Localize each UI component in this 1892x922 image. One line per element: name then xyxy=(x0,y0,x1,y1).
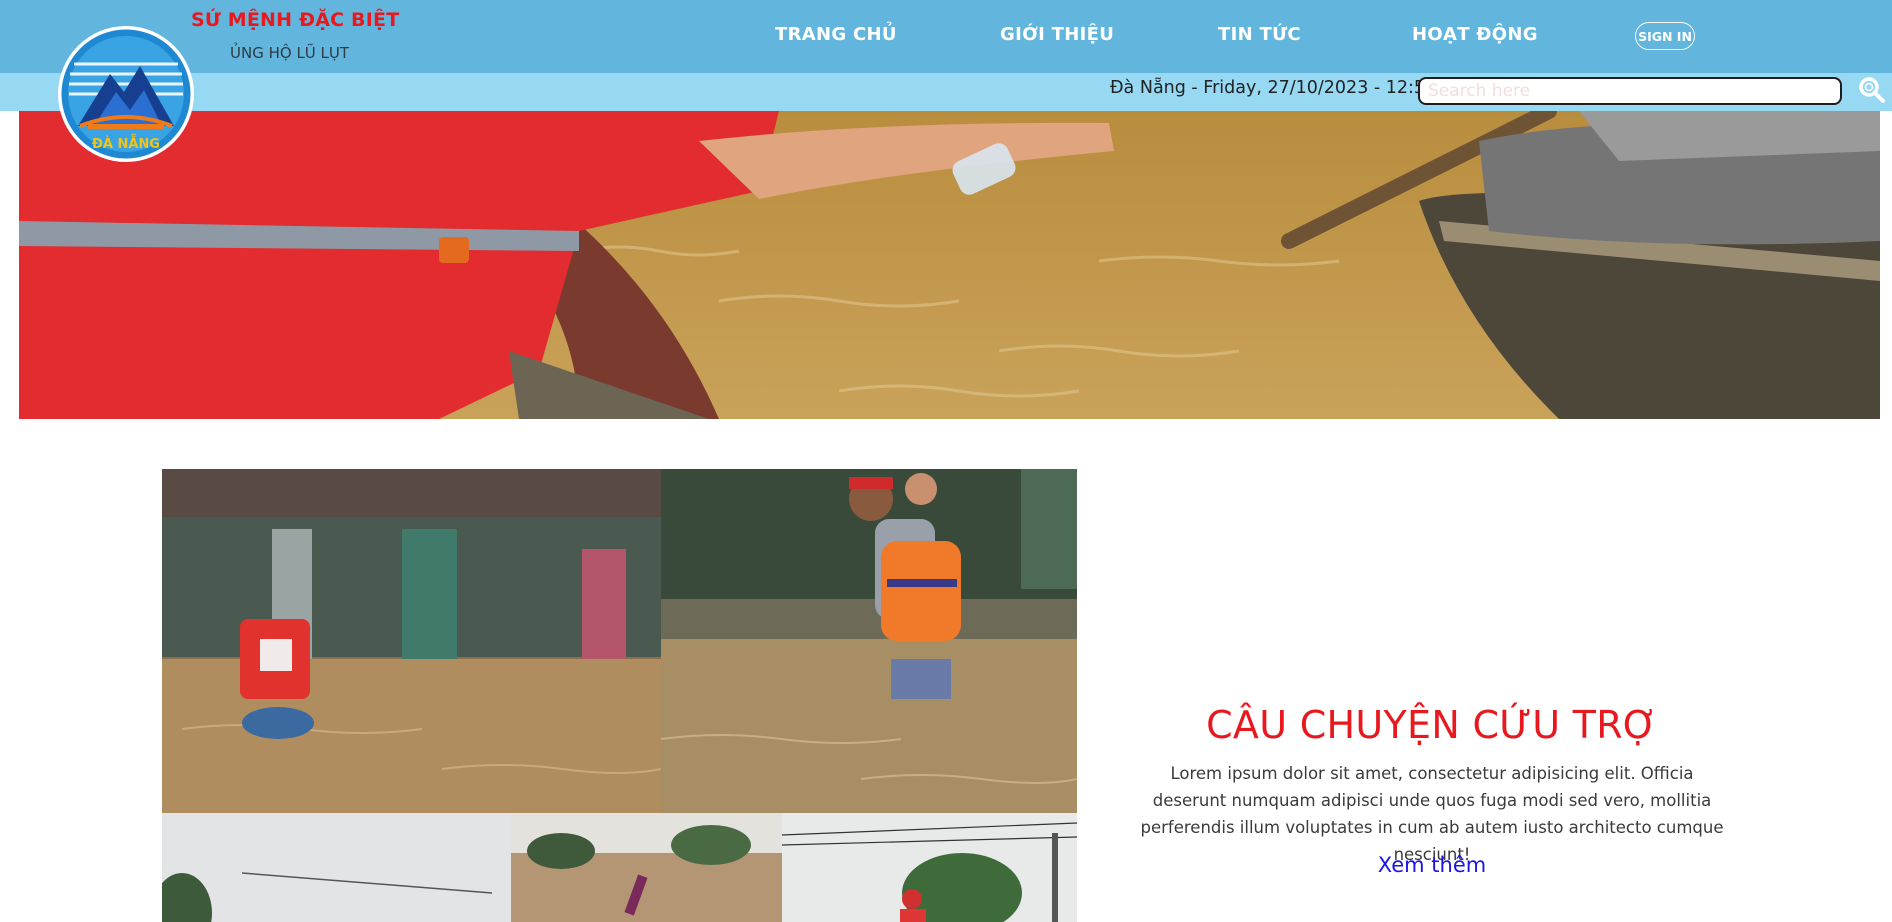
gallery-photo-carrying-child[interactable] xyxy=(661,469,1077,813)
flood-rescue-banner-illustration xyxy=(19,111,1880,419)
flood-photo-illustration xyxy=(162,813,511,922)
flood-photo-illustration xyxy=(162,469,661,813)
site-logo[interactable]: ĐÀ NẴNG xyxy=(58,26,194,162)
search-input[interactable] xyxy=(1418,77,1842,105)
read-more-link[interactable]: Xem thêm xyxy=(1332,853,1532,877)
brand-title: SỨ MỆNH ĐẶC BIỆT xyxy=(191,9,400,31)
nav-item-activities[interactable]: HOẠT ĐỘNG xyxy=(1412,24,1538,45)
story-description: Lorem ipsum dolor sit amet, consectetur … xyxy=(1140,764,1724,864)
gallery-photo-carrying-bucket[interactable] xyxy=(162,469,661,813)
gallery-photo-flooded-road[interactable] xyxy=(162,813,511,922)
nav-item-news[interactable]: TIN TỨC xyxy=(1218,24,1301,45)
flood-photo-illustration xyxy=(511,813,782,922)
search-button[interactable] xyxy=(1858,76,1886,104)
nav-item-about[interactable]: GIỚI THIỆU xyxy=(1000,24,1114,45)
location-datetime: Đà Nẵng - Friday, 27/10/2023 - 12:50 xyxy=(1110,78,1437,98)
hero-banner-image xyxy=(19,111,1880,419)
gallery-photo-rescue-team[interactable] xyxy=(782,813,1077,922)
story-section-title: CÂU CHUYỆN CỨU TRỢ xyxy=(1206,703,1658,747)
photo-gallery xyxy=(162,469,1077,922)
sign-in-button[interactable]: SIGN IN xyxy=(1635,22,1695,50)
nav-item-home[interactable]: TRANG CHỦ xyxy=(775,24,897,45)
logo-caption: ĐÀ NẴNG xyxy=(92,135,160,152)
flood-photo-illustration xyxy=(782,813,1077,922)
brand-subtitle: ỦNG HỘ LŨ LỤT xyxy=(230,44,350,62)
flood-photo-illustration xyxy=(661,469,1077,813)
mountain-bridge-logo-icon: ĐÀ NẴNG xyxy=(58,26,194,162)
search-icon xyxy=(1859,77,1885,103)
gallery-photo-flood-boat[interactable] xyxy=(511,813,782,922)
